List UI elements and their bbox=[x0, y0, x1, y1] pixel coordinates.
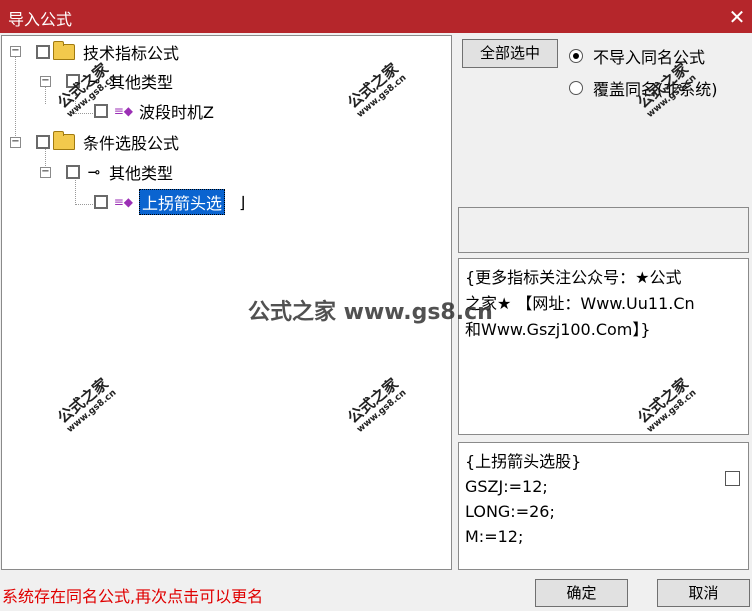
formula-gem-icon: ≡◆ bbox=[113, 195, 133, 209]
expander-toggle[interactable]: − bbox=[10, 137, 21, 148]
description-box: {更多指标关注公众号：★公式 之家★ 【网址：Www.Uu11.Cn 和Www.… bbox=[458, 258, 749, 435]
description-line: 和Www.Gszj100.Com】} bbox=[465, 320, 651, 339]
tree-checkbox[interactable] bbox=[94, 104, 108, 118]
window-title: 导入公式 bbox=[8, 10, 73, 29]
folder-icon bbox=[53, 41, 75, 60]
tree-node-label: 条件选股公式 bbox=[83, 134, 180, 153]
tree-connector bbox=[75, 89, 76, 114]
tree-connector bbox=[75, 180, 76, 205]
code-line: M:=12; bbox=[465, 527, 524, 546]
tree-checkbox[interactable] bbox=[66, 74, 80, 88]
empty-panel bbox=[458, 207, 749, 253]
cancel-button[interactable]: 取消 bbox=[657, 579, 750, 607]
tree-node-stock-selection[interactable]: 条件选股公式 bbox=[36, 131, 179, 153]
expander-toggle[interactable]: − bbox=[40, 76, 51, 87]
formula-gem-icon: ≡◆ bbox=[113, 104, 133, 118]
description-line: 之家★ 【网址：Www.Uu11.Cn bbox=[465, 294, 695, 313]
select-all-button[interactable]: 全部选中 bbox=[462, 39, 558, 68]
tree-node-label: 波段时机Z bbox=[139, 103, 214, 122]
tree-node-label: 其他类型 bbox=[109, 73, 174, 92]
code-checkbox[interactable] bbox=[725, 471, 740, 486]
ok-button[interactable]: 确定 bbox=[535, 579, 628, 607]
radio-button[interactable] bbox=[569, 49, 583, 63]
tree-connector bbox=[45, 84, 46, 104]
tree-checkbox[interactable] bbox=[66, 165, 80, 179]
tree-checkbox[interactable] bbox=[36, 135, 50, 149]
description-line: {更多指标关注公众号：★公式 bbox=[465, 268, 682, 287]
tree-connector bbox=[75, 113, 95, 114]
status-message: 系统存在同名公式,再次点击可以更名 bbox=[2, 587, 264, 606]
tree-node-tech-indicators[interactable]: 技术指标公式 bbox=[36, 41, 179, 63]
tree-checkbox[interactable] bbox=[94, 195, 108, 209]
key-icon: ⊸ bbox=[87, 72, 101, 90]
tree-node-label: 上拐箭头选 bbox=[139, 189, 226, 215]
option-skip-duplicates[interactable]: 不导入同名公式 bbox=[569, 44, 705, 68]
edit-caret: ⌋ bbox=[239, 192, 246, 212]
option-label: 不导入同名公式 bbox=[593, 48, 706, 67]
code-line: {上拐箭头选股} bbox=[465, 452, 582, 471]
close-icon[interactable]: ✕ bbox=[727, 7, 747, 27]
formula-code-box[interactable]: {上拐箭头选股} GSZJ:=12; LONG:=26; M:=12; bbox=[458, 442, 749, 570]
expander-toggle[interactable]: − bbox=[40, 167, 51, 178]
tree-node-label: 其他类型 bbox=[109, 164, 174, 183]
tree-node-other-types-2[interactable]: ⊸ 其他类型 bbox=[66, 161, 173, 183]
option-overwrite-duplicates[interactable]: 覆盖同名(非系统) bbox=[569, 76, 718, 100]
tree-checkbox[interactable] bbox=[36, 45, 50, 59]
folder-icon bbox=[53, 131, 75, 150]
formula-tree[interactable]: − 技术指标公式 − ⊸ 其他类型 ≡◆ 波段时机Z − 条件选股公式 − ⊸ … bbox=[1, 35, 452, 570]
tree-connector bbox=[75, 204, 95, 205]
title-bar: 导入公式 ✕ bbox=[0, 0, 752, 33]
option-label: 覆盖同名(非系统) bbox=[593, 80, 718, 99]
radio-button[interactable] bbox=[569, 81, 583, 95]
key-icon: ⊸ bbox=[87, 163, 101, 181]
code-line: LONG:=26; bbox=[465, 502, 555, 521]
tree-node-label: 技术指标公式 bbox=[83, 44, 180, 63]
expander-toggle[interactable]: − bbox=[10, 46, 21, 57]
tree-node-formula-selected[interactable]: ≡◆ 上拐箭头选 ⌋ bbox=[94, 189, 246, 215]
tree-node-formula[interactable]: ≡◆ 波段时机Z bbox=[94, 100, 214, 122]
tree-connector bbox=[15, 56, 16, 146]
tree-node-other-types[interactable]: ⊸ 其他类型 bbox=[66, 70, 173, 92]
code-line: GSZJ:=12; bbox=[465, 477, 548, 496]
